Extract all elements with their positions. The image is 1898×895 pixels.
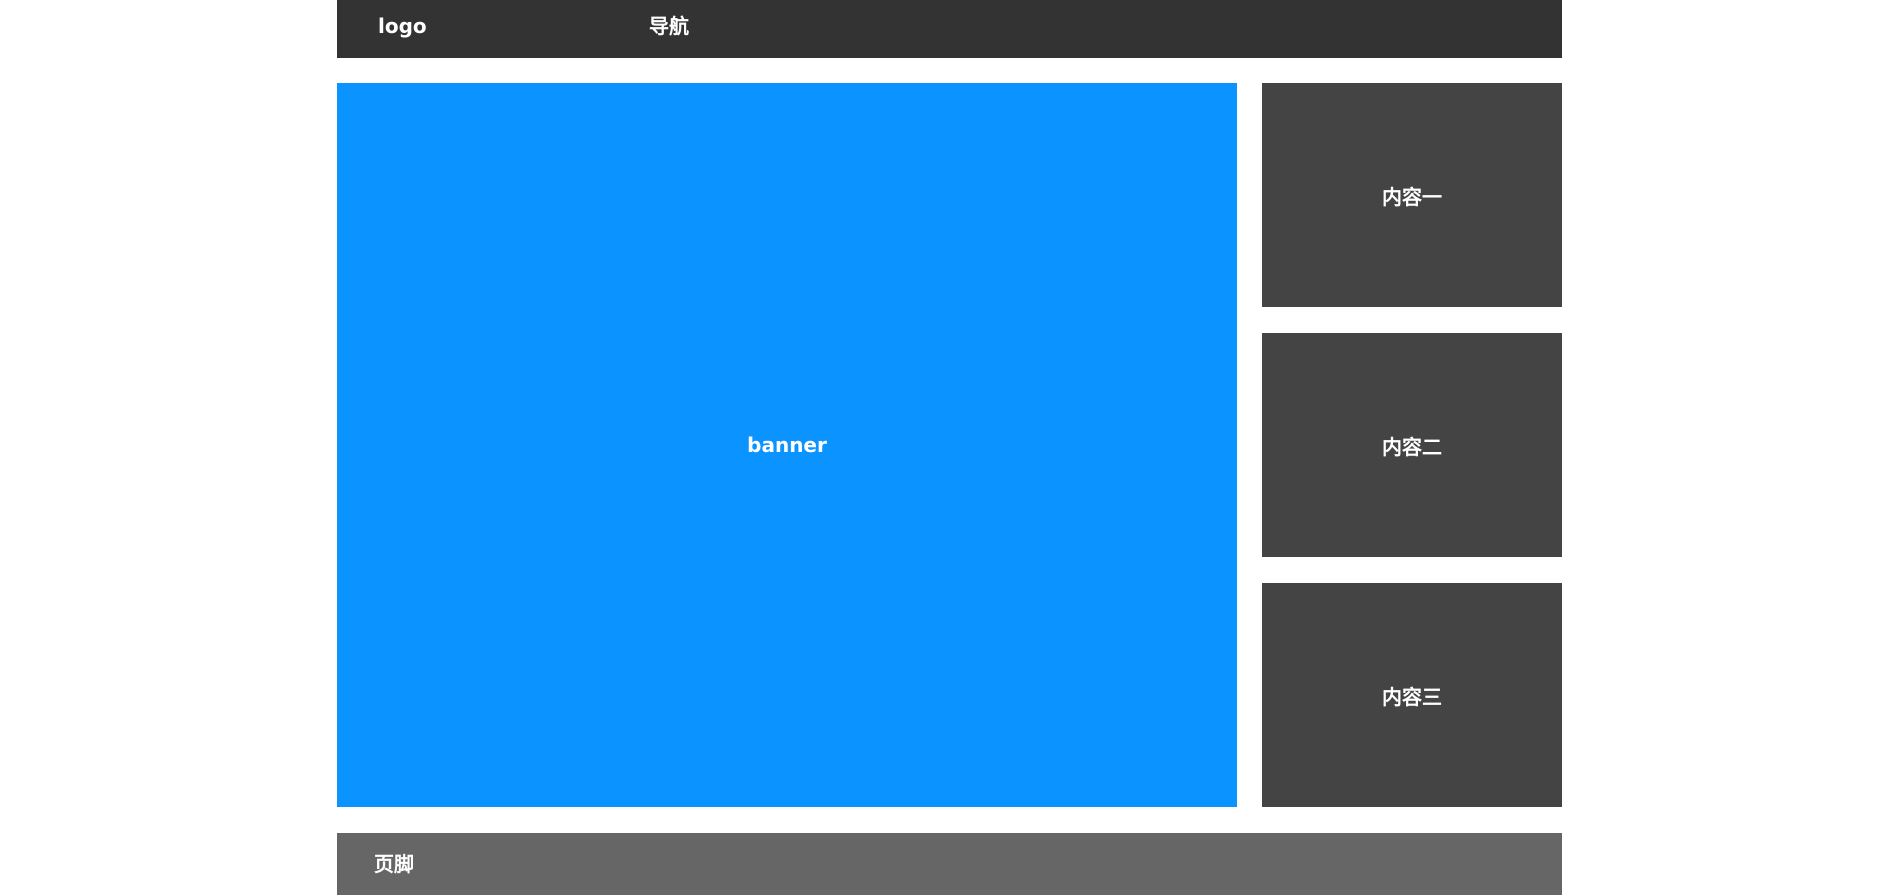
logo[interactable]: logo [378,0,427,53]
banner[interactable]: banner [337,83,1237,807]
nav-link[interactable]: 导航 [649,0,689,53]
content-item-3[interactable]: 内容三 [1262,583,1562,807]
content-item-label: 内容三 [1382,684,1442,709]
page: logo 导航 banner 内容一 内容二 内容三 页脚 [0,0,1898,895]
content-item-1[interactable]: 内容一 [1262,83,1562,307]
content-item-label: 内容一 [1382,184,1442,209]
footer: 页脚 [337,833,1562,895]
header-bar: logo 导航 [337,0,1562,58]
content-item-2[interactable]: 内容二 [1262,333,1562,557]
content-item-label: 内容二 [1382,434,1442,459]
banner-label: banner [747,433,827,457]
footer-label: 页脚 [374,852,414,876]
